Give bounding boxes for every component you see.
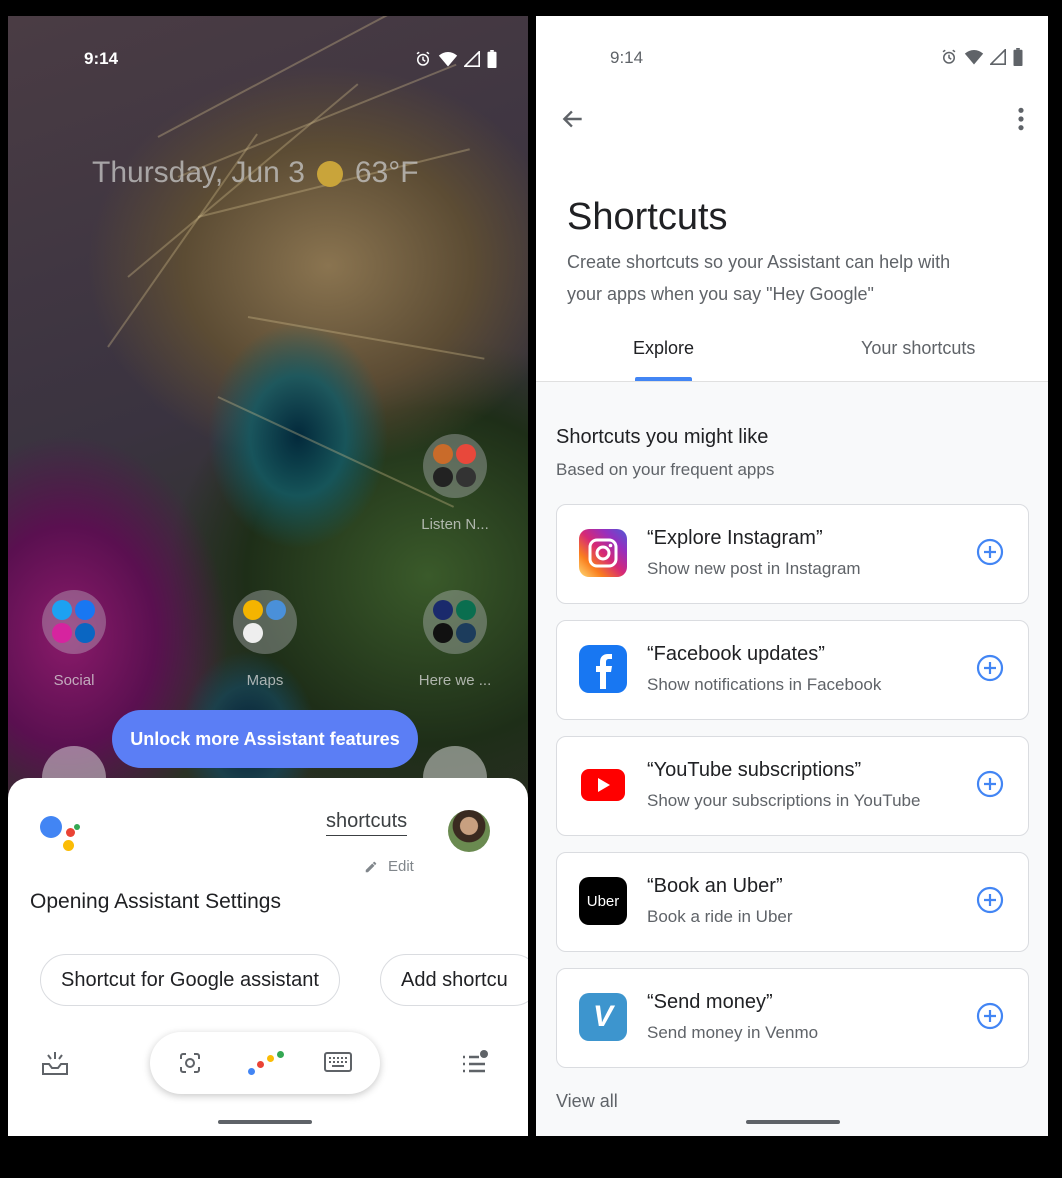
weather-sun-icon [316, 161, 343, 188]
podcast-app-icon [433, 467, 453, 487]
shortcut-card[interactable]: “Explore Instagram” Show new post in Ins… [556, 504, 1029, 604]
temperature-text: 63°F [354, 156, 419, 189]
section-subtitle: Based on your frequent apps [556, 460, 775, 479]
shortcut-card[interactable]: V “Send money” Send money in Venmo [556, 968, 1029, 1068]
shortcut-title: “Explore Instagram” [647, 527, 823, 549]
shortcut-description: Book a ride in Uber [647, 907, 793, 926]
maps-app-icon [243, 600, 263, 620]
suggestion-chip[interactable]: Shortcut for Google assistant [40, 954, 340, 1006]
shortcut-title: “Facebook updates” [647, 643, 825, 665]
folder-label: Social [53, 672, 95, 689]
tab-explore[interactable]: Explore [633, 338, 694, 359]
section-title: Shortcuts you might like [556, 426, 769, 448]
twitter-app-icon [52, 600, 72, 620]
view-all-link[interactable]: View all [556, 1091, 618, 1112]
assistant-response-text: Opening Assistant Settings [30, 890, 281, 913]
venmo-icon: V [579, 993, 627, 1041]
folder-social[interactable] [42, 590, 106, 654]
home-gesture-bar[interactable] [746, 1120, 840, 1124]
google-lens-icon[interactable] [178, 1051, 202, 1075]
shortcut-card[interactable]: “YouTube subscriptions” Show your subscr… [556, 736, 1029, 836]
right-phone-screen: 9:14 Shortcuts Create shortcuts so your … [536, 16, 1048, 1136]
facebook-app-icon [75, 600, 95, 620]
folder-label: Maps [246, 672, 284, 689]
google-app-icon [243, 623, 263, 643]
status-icons [940, 48, 1024, 66]
date-text: Thursday, Jun 3 [92, 156, 305, 189]
folder-entertainment[interactable] [423, 590, 487, 654]
transit-app-icon [266, 600, 286, 620]
page-title: Shortcuts [567, 196, 728, 238]
shortcut-description: Show new post in Instagram [647, 559, 861, 578]
folder-label: Here we ... [418, 672, 492, 689]
status-time: 9:14 [84, 49, 119, 68]
home-gesture-bar[interactable] [218, 1120, 312, 1124]
add-circle-icon[interactable] [975, 1001, 1005, 1031]
snapshot-list-icon[interactable] [460, 1048, 490, 1078]
alarm-icon [942, 49, 956, 64]
audible-app-icon [433, 444, 453, 464]
page-subtitle: Create shortcuts so your Assistant can h… [567, 252, 951, 304]
cw-app-icon [456, 600, 476, 620]
account-avatar[interactable] [448, 810, 490, 852]
shortcut-description: Send money in Venmo [647, 1023, 819, 1042]
folder-listen[interactable] [423, 434, 487, 498]
edit-label: Edit [388, 858, 414, 875]
tab-your-shortcuts[interactable]: Your shortcuts [861, 338, 975, 359]
keyboard-icon[interactable] [324, 1051, 352, 1073]
battery-icon [1013, 48, 1023, 66]
more-options-icon[interactable] [1010, 106, 1032, 132]
signal-icon [464, 51, 480, 67]
assistant-mic-dots-icon[interactable] [246, 1048, 286, 1078]
youtube-icon [579, 761, 627, 809]
shortcut-card[interactable]: Uber “Book an Uber” Book a ride in Uber [556, 852, 1029, 952]
suggestion-chip[interactable]: Add shortcu [380, 954, 528, 1006]
facebook-icon [579, 645, 627, 693]
alarm-icon [416, 51, 430, 66]
pencil-icon [365, 861, 377, 872]
music-app-icon [456, 467, 476, 487]
left-phone-screen: 9:14 Thursday, Jun 3 63°F Listen N... Soc… [8, 16, 528, 1136]
date-weather-widget[interactable]: Thursday, Jun 3 63°F [92, 156, 419, 190]
updates-tray-icon[interactable] [40, 1048, 70, 1078]
unlock-assistant-features-button[interactable]: Unlock more Assistant features [112, 710, 418, 768]
pocket-casts-app-icon [456, 444, 476, 464]
shortcut-card[interactable]: “Facebook updates” Show notifications in… [556, 620, 1029, 720]
shortcut-description: Show your subscriptions in YouTube [647, 791, 921, 810]
add-circle-icon[interactable] [975, 653, 1005, 683]
assistant-panel: shortcuts Edit Opening Assistant Setting… [8, 778, 528, 1136]
folder-maps[interactable] [233, 590, 297, 654]
signal-icon [990, 49, 1006, 65]
wifi-icon [438, 52, 458, 67]
disney-plus-app-icon [433, 600, 453, 620]
shortcut-title: “Book an Uber” [647, 875, 783, 897]
battery-icon [487, 50, 497, 68]
add-circle-icon[interactable] [975, 885, 1005, 915]
uber-icon: Uber [579, 877, 627, 925]
add-circle-icon[interactable] [975, 769, 1005, 799]
prime-video-app-icon [456, 623, 476, 643]
status-time: 9:14 [610, 48, 644, 67]
linkedin-app-icon [75, 623, 95, 643]
folder-label: Listen N... [421, 516, 489, 533]
wifi-icon [964, 50, 984, 65]
netflix-app-icon [433, 623, 453, 643]
shortcut-title: “Send money” [647, 991, 773, 1013]
status-icons [414, 50, 498, 68]
instagram-app-icon [52, 623, 72, 643]
shortcut-description: Show notifications in Facebook [647, 675, 882, 694]
assistant-input-bar [150, 1032, 380, 1094]
edit-query-button[interactable]: Edit [364, 858, 414, 875]
instagram-icon [579, 529, 627, 577]
add-circle-icon[interactable] [975, 537, 1005, 567]
assistant-query-text[interactable]: shortcuts [326, 810, 408, 836]
shortcut-title: “YouTube subscriptions” [647, 759, 862, 781]
back-arrow-icon[interactable] [560, 106, 586, 132]
